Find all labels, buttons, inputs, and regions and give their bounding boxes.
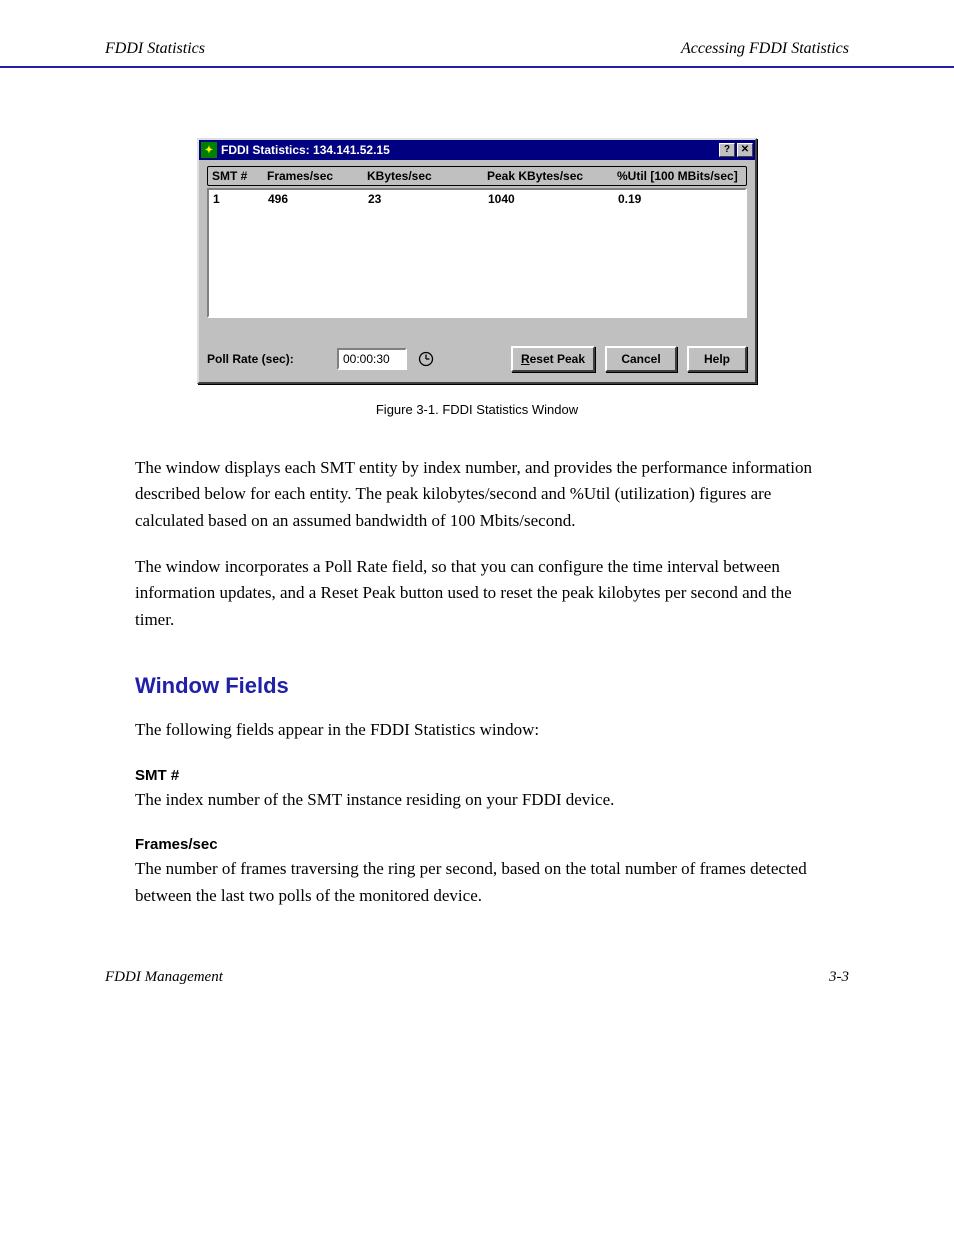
app-icon: ✦	[201, 142, 217, 158]
help-button-titlebar[interactable]: ?	[719, 143, 735, 157]
field-smt-desc: The index number of the SMT instance res…	[135, 787, 819, 813]
para-1: The window displays each SMT entity by i…	[135, 455, 819, 534]
table-row[interactable]: 1 496 23 1040 0.19	[211, 192, 743, 206]
page-running-header: FDDI Statistics Accessing FDDI Statistic…	[0, 0, 954, 68]
header-left: FDDI Statistics	[105, 40, 205, 58]
page-footer: FDDI Management 3-3	[105, 969, 849, 986]
para-2: The window incorporates a Poll Rate fiel…	[135, 554, 819, 633]
field-frames-desc: The number of frames traversing the ring…	[135, 856, 819, 909]
close-button[interactable]: ✕	[737, 143, 753, 157]
para-3: The following fields appear in the FDDI …	[135, 717, 819, 743]
body-text: The window displays each SMT entity by i…	[135, 455, 819, 909]
header-right: Accessing FDDI Statistics	[681, 40, 849, 58]
cell-kbps: 23	[368, 192, 488, 206]
cell-smt: 1	[213, 192, 268, 206]
col-util: %Util [100 MBits/sec]	[617, 169, 742, 183]
cell-peak: 1040	[488, 192, 618, 206]
col-kbytes: KBytes/sec	[367, 169, 487, 183]
poll-rate-input[interactable]	[337, 348, 407, 370]
titlebar: ✦ FDDI Statistics: 134.141.52.15 ? ✕	[199, 140, 755, 160]
col-peak: Peak KBytes/sec	[487, 169, 617, 183]
section-heading: Window Fields	[135, 669, 819, 703]
col-frames: Frames/sec	[267, 169, 367, 183]
window-title: FDDI Statistics: 134.141.52.15	[221, 143, 717, 157]
field-frames-name: Frames/sec	[135, 833, 819, 856]
column-headers: SMT # Frames/sec KBytes/sec Peak KBytes/…	[207, 166, 747, 186]
clock-icon[interactable]	[417, 350, 435, 368]
fddi-statistics-dialog: ✦ FDDI Statistics: 134.141.52.15 ? ✕ SMT…	[197, 138, 757, 384]
field-smt-name: SMT #	[135, 764, 819, 787]
footer-right: 3-3	[829, 969, 849, 986]
cancel-button[interactable]: Cancel	[605, 346, 677, 372]
col-smt: SMT #	[212, 169, 267, 183]
cell-util: 0.19	[618, 192, 741, 206]
footer-left: FDDI Management	[105, 969, 223, 986]
figure-caption: Figure 3-1. FDDI Statistics Window	[0, 402, 954, 417]
stats-listbox[interactable]: 1 496 23 1040 0.19	[207, 188, 747, 318]
poll-rate-label: Poll Rate (sec):	[207, 352, 327, 366]
cell-fps: 496	[268, 192, 368, 206]
reset-peak-button[interactable]: Reset Peak	[511, 346, 595, 372]
help-button[interactable]: Help	[687, 346, 747, 372]
